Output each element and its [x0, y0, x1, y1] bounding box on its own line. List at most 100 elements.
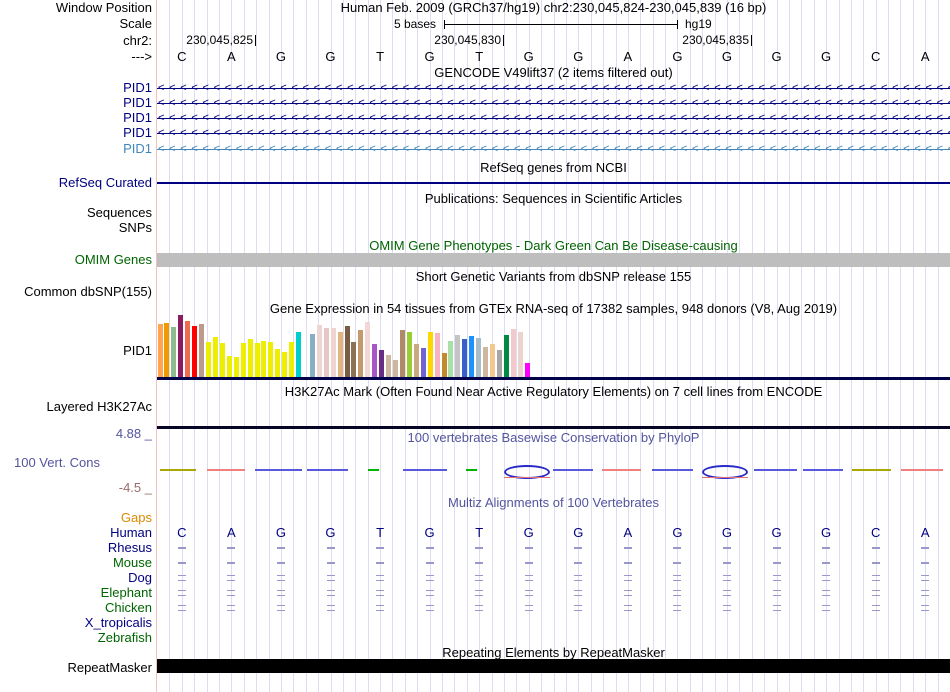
gtex-tissue-bar[interactable]	[351, 342, 356, 377]
gtex-tissue-bar[interactable]	[407, 332, 412, 377]
gtex-tissue-bar[interactable]	[518, 332, 523, 377]
gtex-tissue-bar[interactable]	[227, 356, 232, 377]
gtex-tissue-bar[interactable]	[462, 339, 467, 377]
multiz-species-label[interactable]: Human	[0, 526, 152, 540]
gencode-transcript[interactable]: <<<<<<<<<<<<<<<<<<<<<<<<<<<<<<<<<<<<<<<<…	[157, 111, 950, 125]
gtex-tissue-bar[interactable]	[310, 334, 315, 377]
position-title: Human Feb. 2009 (GRCh37/hg19) chr2:230,0…	[157, 1, 950, 15]
gencode-transcript[interactable]: <<<<<<<<<<<<<<<<<<<<<<<<<<<<<<<<<<<<<<<<…	[157, 81, 950, 95]
publications-snps-label[interactable]: SNPs	[0, 221, 152, 235]
gtex-tissue-bar[interactable]	[185, 321, 190, 377]
gtex-tissue-bar[interactable]	[400, 330, 405, 377]
gtex-tissue-bar[interactable]	[289, 342, 294, 377]
repeatmasker-bar[interactable]	[157, 659, 950, 673]
multiz-species-label[interactable]: Mouse	[0, 556, 152, 570]
gtex-gene-label[interactable]: PID1	[0, 344, 152, 358]
omim-title: OMIM Gene Phenotypes - Dark Green Can Be…	[157, 239, 950, 253]
gtex-tissue-bar[interactable]	[199, 324, 204, 377]
gtex-tissue-bar[interactable]	[365, 322, 370, 377]
gtex-tissue-bar[interactable]	[386, 355, 391, 377]
multiz-species-label[interactable]: Elephant	[0, 586, 152, 600]
gencode-transcript[interactable]: <<<<<<<<<<<<<<<<<<<<<<<<<<<<<<<<<<<<<<<<…	[157, 126, 950, 140]
gtex-tissue-bar[interactable]	[220, 343, 225, 377]
gtex-tissue-bar[interactable]	[324, 328, 329, 377]
conservation-segment	[307, 469, 348, 471]
gtex-tissue-bar[interactable]	[331, 328, 336, 377]
multiz-gaps-label[interactable]: Gaps	[0, 511, 152, 525]
h3k27ac-track-label[interactable]: Layered H3K27Ac	[0, 400, 152, 414]
gtex-tissue-bar[interactable]	[525, 363, 530, 377]
multiz-double-dash	[624, 605, 632, 611]
multiz-double-dash	[426, 590, 434, 596]
gtex-tissue-bar[interactable]	[483, 347, 488, 377]
gtex-tissue-bar[interactable]	[490, 344, 495, 377]
gtex-tissue-bar[interactable]	[435, 333, 440, 377]
gtex-tissue-bar[interactable]	[372, 344, 377, 377]
gtex-tissue-bar[interactable]	[379, 350, 384, 377]
gtex-tissue-bar[interactable]	[248, 339, 253, 377]
conservation-track-label[interactable]: 100 Vert. Cons	[14, 456, 100, 470]
gencode-gene-label[interactable]: PID1	[0, 142, 152, 156]
omim-track-label[interactable]: OMIM Genes	[0, 253, 152, 267]
gtex-tissue-bar[interactable]	[158, 324, 163, 377]
gtex-tissue-bar[interactable]	[268, 342, 273, 377]
gtex-tissue-bar[interactable]	[171, 327, 176, 377]
base-letter: G	[405, 50, 455, 64]
gtex-tissue-bar[interactable]	[414, 344, 419, 377]
multiz-species-label[interactable]: X_tropicalis	[0, 616, 152, 630]
gtex-tissue-bar[interactable]	[234, 357, 239, 377]
gencode-transcript[interactable]: <<<<<<<<<<<<<<<<<<<<<<<<<<<<<<<<<<<<<<<<…	[157, 142, 950, 156]
gtex-tissue-bar[interactable]	[206, 342, 211, 377]
gtex-tissue-bar[interactable]	[213, 337, 218, 377]
gtex-tissue-bar[interactable]	[428, 332, 433, 377]
repeatmasker-track-label[interactable]: RepeatMasker	[0, 661, 152, 675]
gtex-tissue-bar[interactable]	[192, 326, 197, 377]
gtex-tissue-bar[interactable]	[345, 326, 350, 377]
multiz-double-dash	[475, 590, 483, 596]
conservation-segment	[803, 469, 843, 471]
gencode-transcript[interactable]: <<<<<<<<<<<<<<<<<<<<<<<<<<<<<<<<<<<<<<<<…	[157, 96, 950, 110]
gtex-tissue-bar[interactable]	[476, 338, 481, 377]
gtex-tissue-bar[interactable]	[504, 335, 509, 377]
omim-gene-bar[interactable]	[157, 253, 950, 267]
gtex-tissue-bar[interactable]	[497, 350, 502, 377]
multiz-gap-dash	[574, 562, 582, 564]
multiz-gap-dash	[178, 547, 186, 549]
gencode-gene-label[interactable]: PID1	[0, 111, 152, 125]
strand-label: --->	[0, 50, 152, 64]
gtex-tissue-bar[interactable]	[317, 325, 322, 377]
gencode-gene-label[interactable]: PID1	[0, 96, 152, 110]
gtex-tissue-bar[interactable]	[358, 330, 363, 377]
gtex-tissue-bar[interactable]	[448, 341, 453, 377]
gtex-tissue-bar[interactable]	[275, 349, 280, 377]
gtex-tissue-bar[interactable]	[338, 332, 343, 377]
multiz-double-dash	[822, 575, 830, 581]
gtex-tissue-bar[interactable]	[511, 329, 516, 377]
gtex-tissue-bar[interactable]	[455, 335, 460, 377]
multiz-species-label[interactable]: Zebrafish	[0, 631, 152, 645]
gtex-tissue-bar[interactable]	[164, 323, 169, 377]
gtex-tissue-bar[interactable]	[255, 343, 260, 377]
multiz-species-label[interactable]: Chicken	[0, 601, 152, 615]
strand-arrows: <<<<<<<<<<<<<<<<<<<<<<<<<<<<<<<<<<<<<<<<…	[158, 111, 950, 125]
multiz-base-letter: G	[504, 526, 554, 540]
gtex-tissue-bar[interactable]	[469, 336, 474, 377]
multiz-base-letter: C	[851, 526, 901, 540]
multiz-species-label[interactable]: Rhesus	[0, 541, 152, 555]
multiz-gap-dash	[723, 547, 731, 549]
gencode-gene-label[interactable]: PID1	[0, 81, 152, 95]
gtex-tissue-bar[interactable]	[421, 348, 426, 377]
gtex-tissue-bar[interactable]	[241, 343, 246, 377]
gtex-tissue-bar[interactable]	[442, 353, 447, 377]
gencode-gene-label[interactable]: PID1	[0, 126, 152, 140]
gtex-tissue-bar[interactable]	[178, 315, 183, 377]
multiz-species-label[interactable]: Dog	[0, 571, 152, 585]
gtex-tissue-bar[interactable]	[393, 360, 398, 377]
gtex-tissue-bar[interactable]	[282, 352, 287, 377]
refseq-track-label[interactable]: RefSeq Curated	[0, 176, 152, 190]
dbsnp-track-label[interactable]: Common dbSNP(155)	[0, 285, 152, 299]
refseq-gene-line[interactable]	[157, 182, 950, 184]
gtex-tissue-bar[interactable]	[296, 332, 301, 377]
gtex-tissue-bar[interactable]	[261, 341, 266, 377]
publications-sequences-label[interactable]: Sequences	[0, 206, 152, 220]
